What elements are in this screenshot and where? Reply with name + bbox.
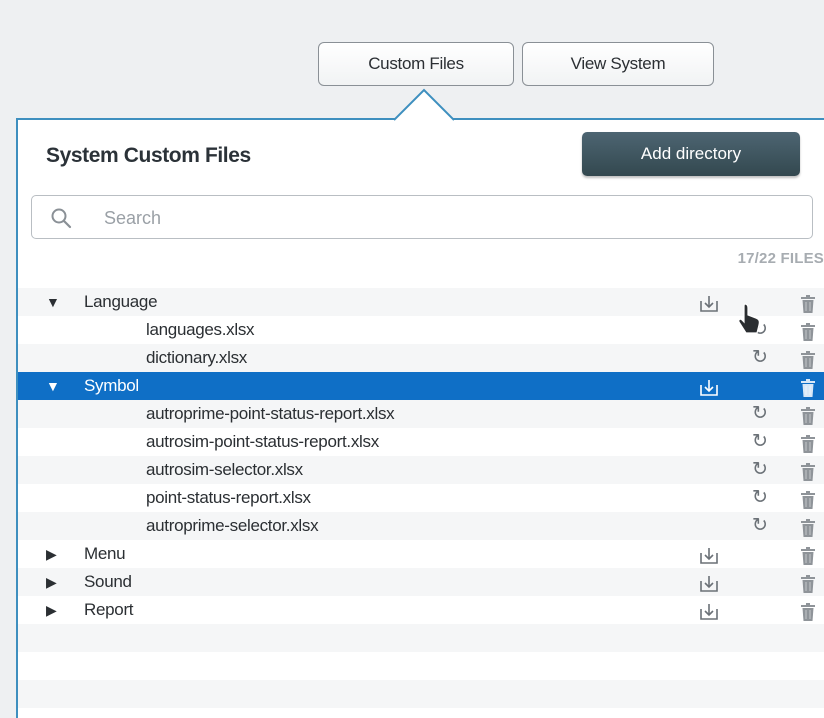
add-directory-button[interactable]: Add directory [582,132,800,176]
panel-title: System Custom Files [46,144,251,167]
tree-file-row[interactable]: autrosim-selector.xlsx ↻ [18,456,824,484]
reload-icon[interactable]: ↻ [752,400,768,428]
file-tree: ▼ Language languages.xlsx ↻ dictionary.xlsx ↻… [18,288,824,708]
search-input[interactable] [102,196,796,240]
reload-icon[interactable]: ↻ [752,484,768,512]
mouse-cursor [736,302,762,341]
custom-files-panel: System Custom Files Add directory 17/22 … [16,118,824,718]
directory-name: Language [84,292,158,311]
view-switcher: Custom Files View System [318,42,714,86]
reload-icon[interactable]: ↻ [752,512,768,540]
triangle-down-icon[interactable]: ▼ [46,288,60,316]
triangle-right-icon[interactable]: ▶ [46,540,57,568]
tree-file-row[interactable]: autroprime-point-status-report.xlsx ↻ [18,400,824,428]
reload-icon[interactable]: ↻ [752,456,768,484]
custom-files-button[interactable]: Custom Files [318,42,514,86]
tree-directory-row[interactable]: ▼ Symbol [18,372,824,400]
search-box [31,195,813,240]
file-name: autrosim-point-status-report.xlsx [146,432,379,451]
file-name: dictionary.xlsx [146,348,247,367]
reload-icon[interactable]: ↻ [752,428,768,456]
file-name: point-status-report.xlsx [146,488,311,507]
tree-file-row[interactable]: languages.xlsx ↻ [18,316,824,344]
tree-directory-row[interactable]: ▼ Language [18,288,824,316]
file-name: languages.xlsx [146,320,255,339]
empty-row [18,624,824,652]
file-name: autrosim-selector.xlsx [146,460,303,479]
search-icon [50,207,72,234]
view-system-button[interactable]: View System [522,42,714,86]
tree-file-row[interactable]: autrosim-point-status-report.xlsx ↻ [18,428,824,456]
tree-directory-row[interactable]: ▶ Menu [18,540,824,568]
file-count: 17/22 FILES [737,250,824,267]
tree-directory-row[interactable]: ▶ Report [18,596,824,624]
tree-file-row[interactable]: dictionary.xlsx ↻ [18,344,824,372]
tree-directory-row[interactable]: ▶ Sound [18,568,824,596]
file-name: autroprime-point-status-report.xlsx [146,404,395,423]
tree-file-row[interactable]: point-status-report.xlsx ↻ [18,484,824,512]
directory-name: Sound [84,572,132,591]
triangle-right-icon[interactable]: ▶ [46,596,57,624]
reload-icon[interactable]: ↻ [752,344,768,372]
empty-row [18,680,824,708]
triangle-right-icon[interactable]: ▶ [46,568,57,596]
directory-name: Symbol [84,376,139,395]
active-tab-pointer [394,88,454,121]
empty-row [18,652,824,680]
triangle-down-icon[interactable]: ▼ [46,372,60,400]
tree-file-row[interactable]: autroprime-selector.xlsx ↻ [18,512,824,540]
file-name: autroprime-selector.xlsx [146,516,319,535]
directory-name: Report [84,600,134,619]
directory-name: Menu [84,544,126,563]
